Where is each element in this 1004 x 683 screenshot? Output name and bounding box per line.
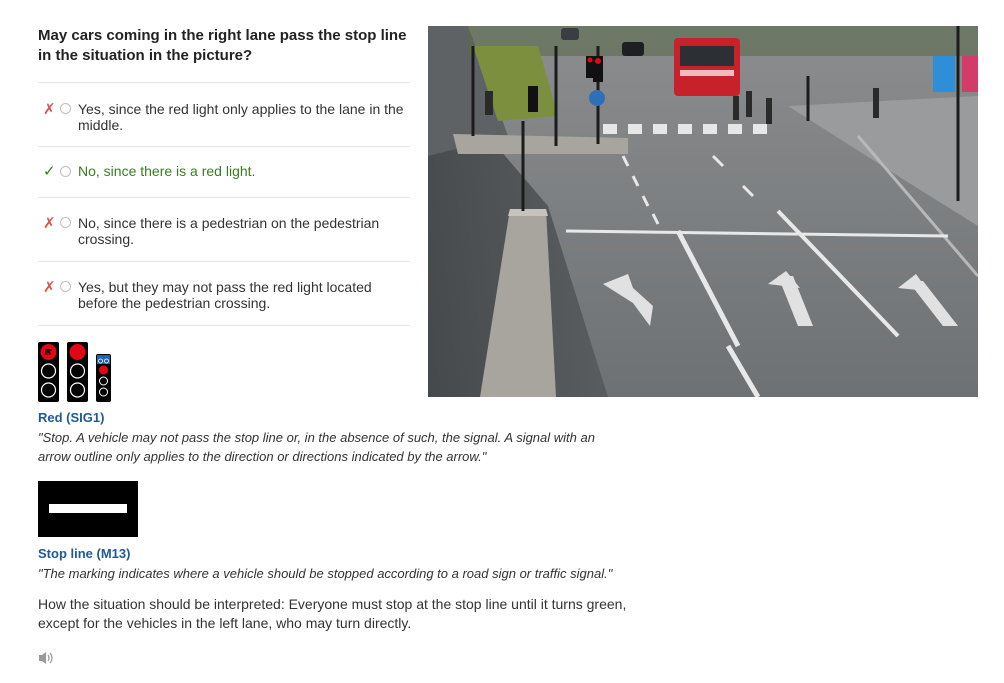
cross-icon: ✗	[43, 279, 56, 296]
question-text: May cars coming in the right lane pass t…	[38, 26, 413, 66]
answer-radio-3[interactable]	[60, 217, 71, 228]
m13-quote: "The marking indicates where a vehicle s…	[38, 566, 613, 581]
answer-option-3[interactable]: ✗ No, since there is a pedestrian on the…	[38, 197, 410, 261]
sig1-title: Red (SIG1)	[38, 410, 105, 425]
answers-divider	[38, 325, 410, 326]
answer-radio-4[interactable]	[60, 281, 71, 292]
interpretation-text: How the situation should be interpreted:…	[38, 596, 627, 631]
intersection-photo	[428, 26, 980, 399]
answer-label-2: No, since there is a red light.	[78, 163, 256, 179]
answer-label-3: No, since there is a pedestrian on the p…	[78, 215, 380, 247]
answer-option-1[interactable]: ✗ Yes, since the red light only applies …	[38, 82, 410, 146]
question-line-1: May cars coming in the right lane pass t…	[38, 27, 407, 44]
answer-label-4: Yes, but they may not pass the red light…	[78, 279, 372, 311]
signal-pedestrian-red-icon	[38, 342, 59, 402]
check-icon: ✓	[43, 163, 56, 180]
answer-label-1: Yes, since the red light only applies to…	[78, 101, 404, 133]
speaker-icon[interactable]	[37, 650, 57, 666]
answer-radio-2[interactable]	[60, 166, 71, 177]
signal-bicycle-red-icon	[96, 354, 111, 402]
question-line-2: in the situation in the picture?	[38, 47, 253, 64]
answer-option-4[interactable]: ✗ Yes, but they may not pass the red lig…	[38, 261, 410, 325]
m13-title: Stop line (M13)	[38, 546, 131, 561]
cross-icon: ✗	[43, 101, 56, 118]
sig1-quote: "Stop. A vehicle may not pass the stop l…	[38, 430, 595, 464]
signal-vehicle-red-icon	[67, 342, 88, 402]
stop-line-sign-icon	[38, 481, 138, 537]
cross-icon: ✗	[43, 215, 56, 232]
answer-list: ✗ Yes, since the red light only applies …	[38, 82, 410, 326]
answer-radio-1[interactable]	[60, 103, 71, 114]
answer-option-2[interactable]: ✓ No, since there is a red light.	[38, 146, 410, 197]
